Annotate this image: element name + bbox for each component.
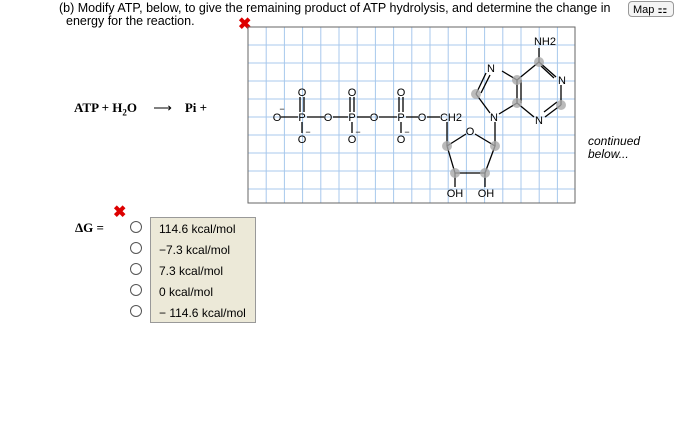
delta-g-label: ΔG = <box>75 220 104 235</box>
option-label[interactable]: 0 kcal/mol <box>159 285 213 299</box>
continued-line2: below... <box>588 147 629 161</box>
oh-label: OH <box>478 188 495 200</box>
continued-note: continued below... <box>588 135 640 161</box>
svg-text:P: P <box>298 112 305 124</box>
radio-option-4[interactable] <box>130 284 142 296</box>
svg-text:P: P <box>397 112 404 124</box>
svg-text:−: − <box>305 127 310 137</box>
answer-options-box: 114.6 kcal/mol −7.3 kcal/mol 7.3 kcal/mo… <box>150 217 256 323</box>
svg-text:N: N <box>487 63 495 75</box>
arrow-icon: ⟶ <box>153 100 172 115</box>
svg-text:−: − <box>279 104 284 114</box>
svg-text:O: O <box>418 112 427 124</box>
option-label[interactable]: −7.3 kcal/mol <box>159 243 230 257</box>
svg-text:O: O <box>324 112 333 124</box>
oh-label: OH <box>447 188 464 200</box>
radio-option-3[interactable] <box>130 263 142 275</box>
atom-labels: O−POO− O POO− O POO− O CH2 OOH OH NNNN NH2 <box>273 36 566 200</box>
svg-text:N: N <box>535 115 543 127</box>
grid <box>247 26 575 203</box>
eq-left: ATP + H <box>74 100 123 115</box>
svg-text:N: N <box>558 75 566 87</box>
svg-text:N: N <box>490 112 498 124</box>
svg-text:O: O <box>397 87 406 99</box>
radio-option-2[interactable] <box>130 242 142 254</box>
option-label[interactable]: − 114.6 kcal/mol <box>159 306 246 320</box>
radio-option-5[interactable] <box>130 305 142 317</box>
svg-text:O: O <box>466 126 475 138</box>
ch2-label: CH2 <box>440 112 462 124</box>
svg-text:O: O <box>348 87 357 99</box>
reaction-equation: ATP + H2O ⟶ Pi + <box>74 100 207 118</box>
radio-option-1[interactable] <box>130 221 142 233</box>
option-label[interactable]: 7.3 kcal/mol <box>159 264 223 278</box>
nh2-label: NH2 <box>534 36 556 48</box>
eq-o: O <box>126 100 137 115</box>
option-label[interactable]: 114.6 kcal/mol <box>159 222 235 236</box>
svg-text:O: O <box>298 87 307 99</box>
svg-text:−: − <box>355 127 360 137</box>
svg-text:O: O <box>370 112 379 124</box>
svg-text:P: P <box>348 112 355 124</box>
eq-right: Pi + <box>184 100 208 115</box>
svg-text:−: − <box>404 127 409 137</box>
